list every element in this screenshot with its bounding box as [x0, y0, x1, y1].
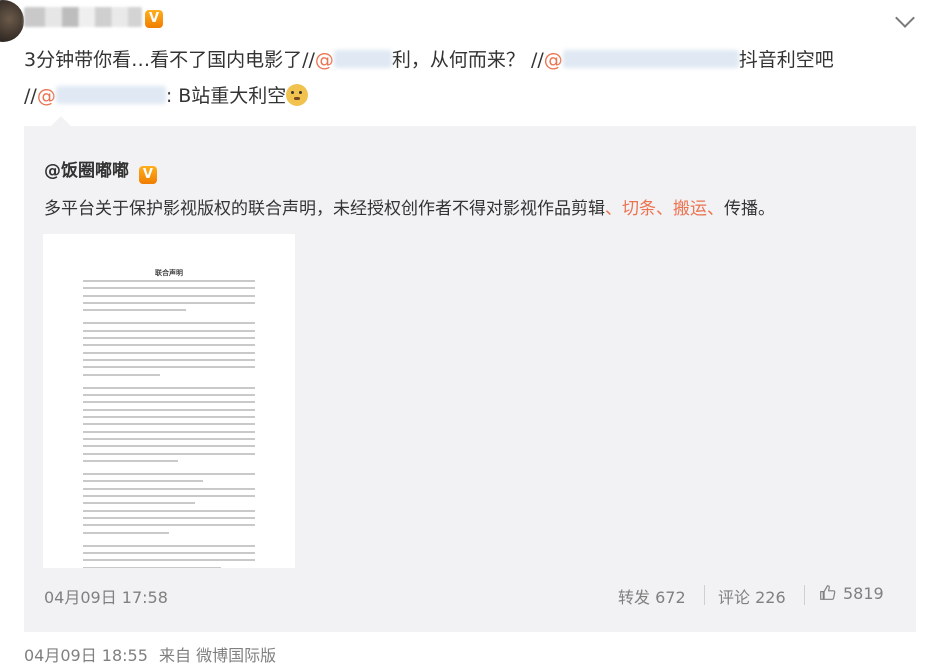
post-meta: 04月09日 18:55 来自 微博国际版	[24, 642, 276, 666]
divider	[804, 585, 805, 605]
avatar[interactable]	[0, 0, 24, 42]
keyword-link[interactable]: 搬运	[673, 199, 707, 219]
divider	[704, 585, 705, 605]
document-body	[83, 280, 255, 568]
quoted-author-name[interactable]: @饭圈嘟嘟	[44, 161, 129, 181]
keyword-link[interactable]: 切条	[622, 199, 656, 219]
document-title: 联合声明	[155, 269, 183, 277]
quoted-post[interactable]: @饭圈嘟嘟 V 多平台关于保护影视版权的联合声明，未经授权创作者不得对影视作品剪…	[24, 126, 916, 632]
mention-at: @	[36, 85, 56, 107]
repost-separator: //	[24, 85, 37, 107]
quoted-author[interactable]: @饭圈嘟嘟 V	[44, 156, 157, 184]
keyword-sep: 、	[707, 199, 724, 219]
post-timestamp[interactable]: 04月09日 18:55	[24, 646, 148, 665]
username-blurred[interactable]	[24, 7, 142, 27]
repost-button[interactable]: 转发 672	[618, 584, 686, 608]
keyword-sep: 、	[605, 199, 622, 219]
keyword-sep: 、	[656, 199, 673, 219]
quoted-text: 多平台关于保护影视版权的联合声明，未经授权创作者不得对影视作品剪辑、切条、搬运、…	[44, 199, 775, 219]
quoted-timestamp[interactable]: 04月09日 17:58	[44, 584, 168, 608]
like-count[interactable]: 5819	[843, 584, 884, 603]
mention-at: @	[314, 49, 334, 71]
verified-badge: V	[145, 10, 163, 28]
repost-separator: //	[524, 49, 544, 71]
chevron-down-icon[interactable]	[895, 8, 915, 28]
post-text-segment: 抖音利空吧	[738, 49, 834, 71]
verified-badge: V	[138, 166, 157, 184]
mention-link[interactable]: @	[37, 85, 166, 107]
mention-link[interactable]: @	[544, 49, 739, 71]
post-text: 3分钟带你看…看不了国内电影了//@ 利，从何而来？ //@ 抖音利空吧 //@: …	[24, 42, 904, 114]
doge-icon	[286, 84, 309, 106]
post-text-segment: : B站重大利空	[165, 85, 287, 107]
mention-link[interactable]: @	[315, 49, 392, 71]
post-source[interactable]: 来自 微博国际版	[159, 646, 276, 665]
post-text-segment: 利，从何而来？	[391, 49, 525, 71]
document-image[interactable]: 联合声明	[43, 234, 295, 568]
comment-button[interactable]: 评论 226	[718, 584, 786, 608]
post-text-intro: 3分钟带你看…看不了国内电影了//	[24, 49, 315, 71]
mention-at: @	[543, 49, 563, 71]
thumbs-up-icon[interactable]	[819, 584, 836, 601]
